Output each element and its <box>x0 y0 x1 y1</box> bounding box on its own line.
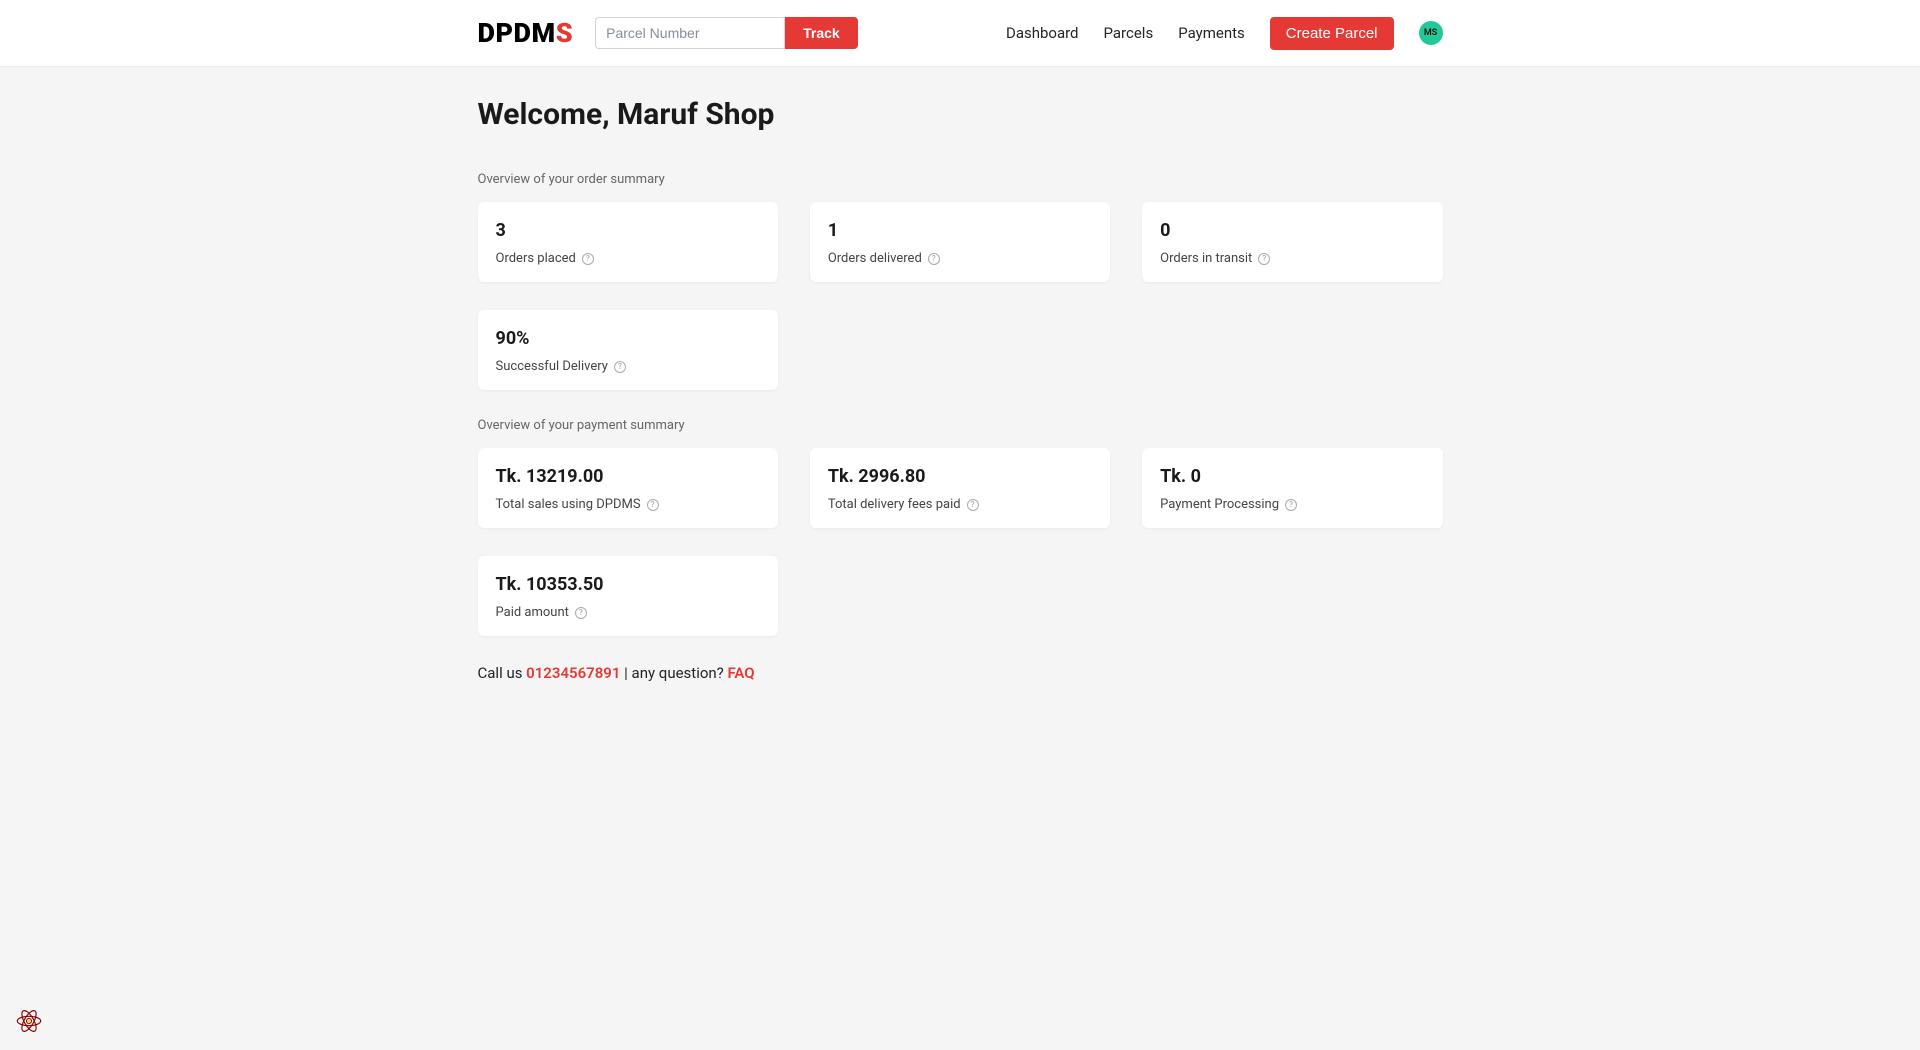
nav-payments[interactable]: Payments <box>1178 24 1245 42</box>
nav-parcels[interactable]: Parcels <box>1104 24 1154 42</box>
react-query-devtools-icon[interactable] <box>15 1007 43 1035</box>
payment-cards-row1: Tk. 13219.00 Total sales using DPDMS Tk.… <box>478 448 1443 528</box>
card-orders-transit: 0 Orders in transit <box>1142 202 1442 282</box>
card-value: Tk. 2996.80 <box>828 466 1092 487</box>
search-group: Track <box>595 17 858 49</box>
card-orders-placed: 3 Orders placed <box>478 202 778 282</box>
card-value: 0 <box>1160 220 1424 241</box>
card-label: Successful Delivery <box>496 359 760 374</box>
card-successful-delivery: 90% Successful Delivery <box>478 310 778 390</box>
card-payment-processing: Tk. 0 Payment Processing <box>1142 448 1442 528</box>
nav: Dashboard Parcels Payments Create Parcel… <box>1006 17 1443 50</box>
card-value: 90% <box>496 328 760 349</box>
logo-s: S <box>556 17 573 49</box>
card-value: Tk. 10353.50 <box>496 574 760 595</box>
payment-summary-title: Overview of your payment summary <box>478 418 1443 433</box>
help-icon[interactable] <box>575 607 587 619</box>
card-value: 1 <box>828 220 1092 241</box>
help-icon[interactable] <box>614 361 626 373</box>
card-paid-amount: Tk. 10353.50 Paid amount <box>478 556 778 636</box>
page-title: Welcome, Maruf Shop <box>478 97 1443 132</box>
footer-text: Call us 01234567891 | any question? FAQ <box>478 664 1443 682</box>
payment-cards-row2: Tk. 10353.50 Paid amount <box>478 556 1443 636</box>
faq-link[interactable]: FAQ <box>728 664 755 682</box>
question-label: | any question? <box>620 664 727 682</box>
create-parcel-button[interactable]: Create Parcel <box>1270 17 1394 50</box>
order-cards-row2: 90% Successful Delivery <box>478 310 1443 390</box>
card-orders-delivered: 1 Orders delivered <box>810 202 1110 282</box>
help-icon[interactable] <box>647 499 659 511</box>
card-value: 3 <box>496 220 760 241</box>
avatar[interactable]: MS <box>1419 21 1443 45</box>
card-label: Orders in transit <box>1160 251 1424 266</box>
help-icon[interactable] <box>1258 253 1270 265</box>
card-label: Payment Processing <box>1160 497 1424 512</box>
card-total-sales: Tk. 13219.00 Total sales using DPDMS <box>478 448 778 528</box>
help-icon[interactable] <box>967 499 979 511</box>
nav-dashboard[interactable]: Dashboard <box>1006 24 1079 42</box>
card-value: Tk. 13219.00 <box>496 466 760 487</box>
help-icon[interactable] <box>928 253 940 265</box>
call-us-label: Call us <box>478 664 527 682</box>
order-cards-row1: 3 Orders placed 1 Orders delivered 0 Ord… <box>478 202 1443 282</box>
avatar-initials: MS <box>1424 28 1437 38</box>
card-label: Paid amount <box>496 605 760 620</box>
logo[interactable]: DPDMS <box>478 17 574 49</box>
card-value: Tk. 0 <box>1160 466 1424 487</box>
help-icon[interactable] <box>1285 499 1297 511</box>
logo-main: DPDM <box>478 17 556 49</box>
card-delivery-fees: Tk. 2996.80 Total delivery fees paid <box>810 448 1110 528</box>
help-icon[interactable] <box>582 253 594 265</box>
card-label: Total delivery fees paid <box>828 497 1092 512</box>
card-label: Total sales using DPDMS <box>496 497 760 512</box>
order-summary-title: Overview of your order summary <box>478 172 1443 187</box>
phone-number[interactable]: 01234567891 <box>526 664 620 682</box>
parcel-search-input[interactable] <box>595 17 785 49</box>
card-label: Orders placed <box>496 251 760 266</box>
track-button[interactable]: Track <box>785 17 858 49</box>
card-label: Orders delivered <box>828 251 1092 266</box>
